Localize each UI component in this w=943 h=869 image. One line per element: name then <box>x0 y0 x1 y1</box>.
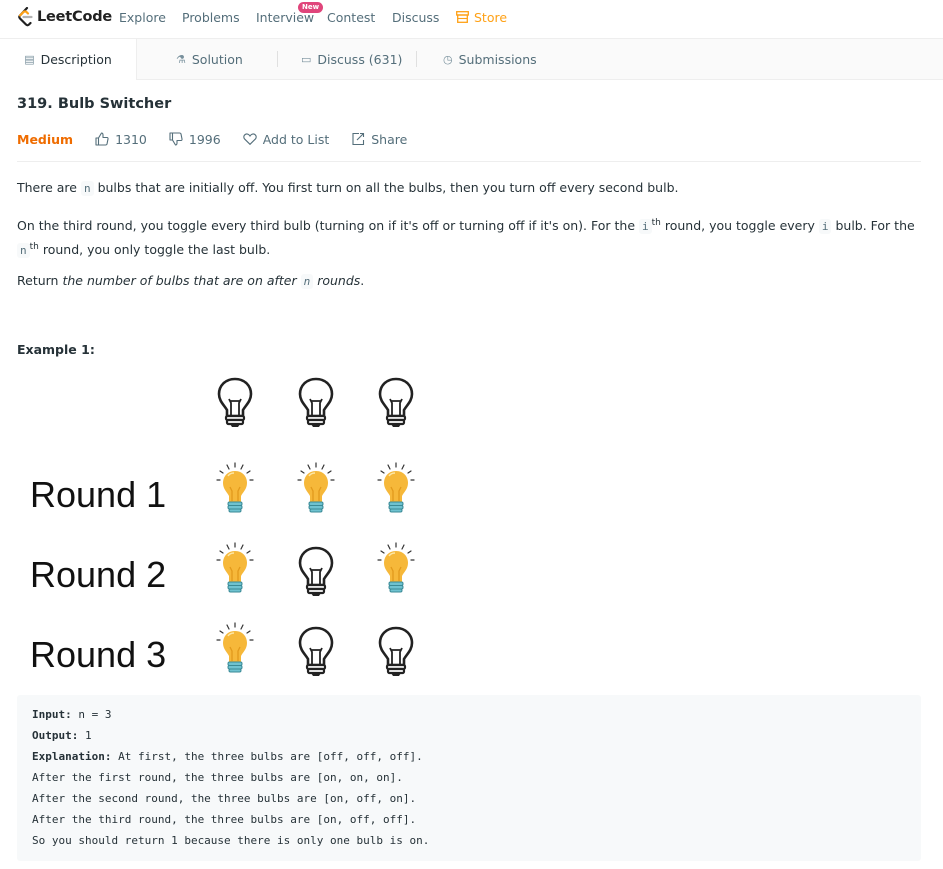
bulb-on-icon <box>296 462 336 522</box>
flask-icon: ⚗ <box>176 52 186 66</box>
bulb-off-icon <box>296 373 336 433</box>
tab-description[interactable]: ▤ Description <box>0 39 137 80</box>
store-icon <box>456 11 469 23</box>
description-paragraph-3: Return the number of bulbs that are on a… <box>17 273 365 289</box>
inline-code: i <box>818 219 832 235</box>
tab-separator <box>416 51 417 67</box>
explanation-line: Explanation: At first, the three bulbs a… <box>32 750 423 763</box>
like-count: 1310 <box>115 131 147 147</box>
inline-code: i <box>639 219 652 235</box>
thumbs-up-icon <box>95 132 109 146</box>
tab-solution-label: Solution <box>191 51 243 67</box>
output-line: Output: 1 <box>32 729 92 742</box>
divider <box>17 161 921 162</box>
nav-store[interactable]: Store <box>474 10 507 25</box>
problem-meta: Medium 1310 1996 Add to List Share <box>17 130 407 148</box>
bulb-off-icon <box>296 542 336 602</box>
bulb-on-icon <box>215 542 255 602</box>
bulb-off-icon <box>296 622 336 682</box>
bulb-on-icon <box>376 462 416 522</box>
round-2-label: Round 2 <box>30 554 167 595</box>
inline-code: n <box>17 243 30 259</box>
logo-text: LeetCode <box>37 9 113 25</box>
round-1-label: Round 1 <box>30 474 167 515</box>
tab-separator <box>277 51 278 67</box>
dislike-count: 1996 <box>188 131 221 147</box>
top-navbar: LeetCode Explore Problems Interview New … <box>0 0 943 39</box>
problem-tabbar: ▤ Description ⚗ Solution ▭ Discuss (631)… <box>0 39 943 80</box>
share-icon <box>352 132 365 146</box>
round-3-label: Round 3 <box>30 634 167 675</box>
input-line: Input: n = 3 <box>32 708 112 721</box>
tab-discuss[interactable]: ▭ Discuss (631) <box>301 39 402 79</box>
explanation-line: So you should return 1 because there is … <box>32 834 430 847</box>
difficulty-badge: Medium <box>17 131 74 147</box>
thumbs-down-icon <box>169 132 183 146</box>
add-to-list-button[interactable]: Add to List <box>242 131 330 147</box>
inline-code: n <box>80 181 94 196</box>
share-button[interactable]: Share <box>351 132 407 147</box>
tab-discuss-label: Discuss (631) <box>317 51 403 67</box>
leetcode-logo-icon <box>18 7 33 27</box>
bulb-on-icon <box>376 542 416 602</box>
description-icon: ▤ <box>24 53 35 66</box>
inline-code: n <box>300 274 314 289</box>
description-paragraph-1: There are n bulbs that are initially off… <box>17 180 679 196</box>
explanation-line: After the second round, the three bulbs … <box>32 792 417 805</box>
problem-title: 319. Bulb Switcher <box>17 96 172 112</box>
bulb-on-icon <box>215 622 255 682</box>
add-to-list-label: Add to List <box>262 131 330 147</box>
nav-problems[interactable]: Problems <box>182 10 240 25</box>
bulb-off-icon <box>376 622 416 682</box>
nav-explore[interactable]: Explore <box>119 10 166 25</box>
share-label: Share <box>371 131 408 147</box>
nav-contest[interactable]: Contest <box>327 10 375 25</box>
explanation-line: After the third round, the three bulbs a… <box>32 813 417 826</box>
leetcode-logo[interactable]: LeetCode <box>17 7 112 27</box>
tab-submissions[interactable]: ◷ Submissions <box>443 39 537 79</box>
example-code-block: Input: n = 3 Output: 1 Explanation: At f… <box>17 695 921 861</box>
clock-icon: ◷ <box>443 52 453 66</box>
bulb-off-icon <box>376 373 416 433</box>
nav-discuss[interactable]: Discuss <box>392 10 439 25</box>
description-paragraph-2: On the third round, you toggle every thi… <box>17 218 915 259</box>
heart-icon <box>242 133 257 146</box>
dislike-button[interactable]: 1996 <box>169 132 221 147</box>
tab-submissions-label: Submissions <box>458 51 537 67</box>
bulb-on-icon <box>215 462 255 522</box>
explanation-line: After the first round, the three bulbs a… <box>32 771 403 784</box>
tab-solution[interactable]: ⚗ Solution <box>176 39 243 79</box>
comment-icon: ▭ <box>301 52 312 66</box>
new-badge: New <box>298 2 324 13</box>
example-title: Example 1: <box>17 342 95 357</box>
tab-description-label: Description <box>40 52 112 67</box>
bulb-off-icon <box>215 373 255 433</box>
like-button[interactable]: 1310 <box>95 132 147 147</box>
